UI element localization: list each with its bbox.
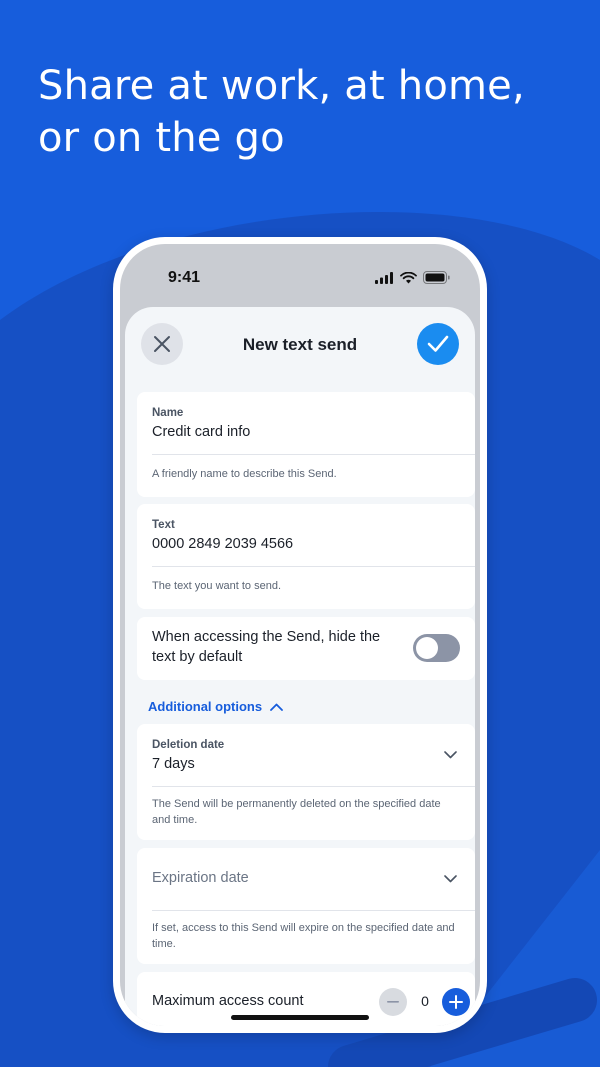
text-field-card: Text 0000 2849 2039 4566 The text you wa… — [137, 504, 475, 609]
home-indicator — [231, 1015, 369, 1020]
expiration-date-help-text: If set, access to this Send will expire … — [152, 922, 455, 950]
new-send-sheet: New text send Name Credit card info A fr… — [125, 307, 475, 1026]
text-help-text: The text you want to send. — [152, 580, 282, 592]
hide-text-card: When accessing the Send, hide the text b… — [137, 617, 475, 680]
deletion-date-select[interactable]: 7 days — [152, 756, 195, 772]
max-access-count-value[interactable]: 0 — [417, 993, 433, 1009]
deletion-date-label: Deletion date — [152, 739, 225, 751]
chevron-up-icon — [270, 703, 283, 711]
text-label: Text — [152, 519, 175, 531]
hide-text-toggle[interactable] — [413, 634, 460, 662]
status-icons — [375, 271, 450, 284]
name-field-card: Name Credit card info A friendly name to… — [137, 392, 475, 497]
name-label: Name — [152, 407, 184, 419]
phone-screen: 9:41 New text send Name Credit card info… — [120, 244, 480, 1026]
max-access-count-label: Maximum access count — [152, 993, 304, 1009]
phone-mockup: 9:41 New text send Name Credit card info… — [113, 237, 487, 1033]
plus-icon — [449, 995, 463, 1009]
expiration-date-card: Expiration date If set, access to this S… — [137, 848, 475, 964]
status-bar: 9:41 — [120, 244, 480, 304]
additional-options-label: Additional options — [148, 699, 263, 714]
decrement-button[interactable] — [379, 988, 407, 1016]
deletion-date-help-text: The Send will be permanently deleted on … — [152, 798, 441, 826]
headline: Share at work, at home, or on the go — [38, 63, 525, 161]
minus-icon — [387, 1001, 399, 1003]
hide-text-label: When accessing the Send, hide the text b… — [152, 629, 381, 665]
wifi-icon — [400, 271, 417, 283]
name-input[interactable]: Credit card info — [152, 424, 250, 440]
divider — [152, 786, 475, 787]
save-button[interactable] — [417, 323, 459, 365]
toggle-knob — [416, 637, 438, 659]
chevron-down-icon[interactable] — [444, 751, 457, 759]
battery-icon — [423, 271, 450, 284]
increment-button[interactable] — [442, 988, 470, 1016]
deletion-date-card: Deletion date 7 days The Send will be pe… — [137, 724, 475, 840]
additional-options-toggle[interactable]: Additional options — [148, 699, 283, 714]
divider — [152, 910, 475, 911]
cellular-signal-icon — [375, 271, 393, 284]
text-input[interactable]: 0000 2849 2039 4566 — [152, 536, 293, 552]
status-time: 9:41 — [168, 269, 201, 286]
name-help-text: A friendly name to describe this Send. — [152, 468, 337, 480]
checkmark-icon — [427, 335, 449, 352]
divider — [152, 454, 475, 455]
chevron-down-icon[interactable] — [444, 875, 457, 883]
expiration-date-select[interactable]: Expiration date — [152, 870, 249, 886]
divider — [152, 566, 475, 567]
